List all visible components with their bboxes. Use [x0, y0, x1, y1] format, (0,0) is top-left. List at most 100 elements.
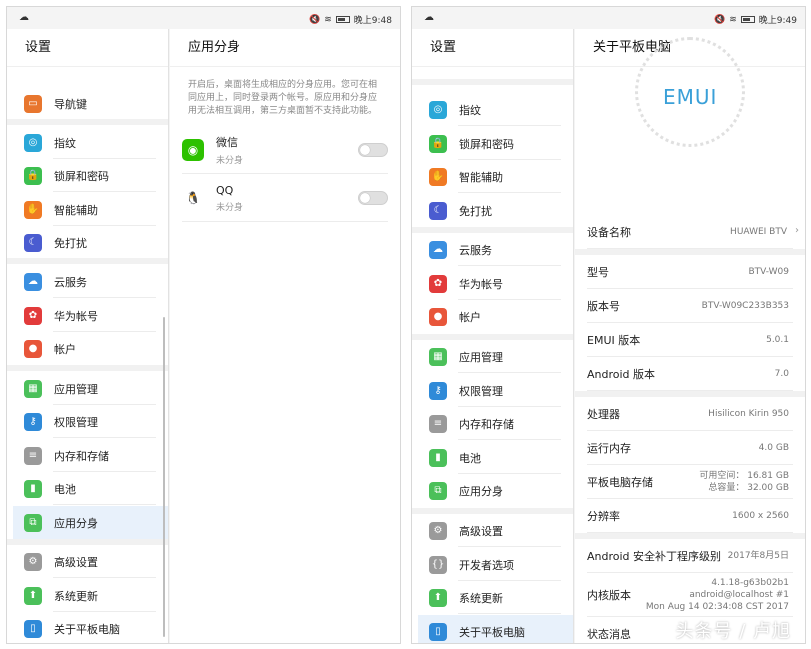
app-twin-toggle[interactable]: [358, 143, 388, 157]
divider: [53, 297, 156, 298]
device-info-row: Android 版本 7.0: [575, 357, 805, 391]
section-gap: [7, 119, 168, 125]
info-key: Android 版本: [587, 368, 656, 381]
settings-item[interactable]: ☁ 云服务: [13, 265, 162, 298]
info-value: Hisilicon Kirin 950: [708, 409, 789, 419]
settings-list-pane: 设置 ◎ 指纹 🔒 锁屏和密码 ✋ 智能辅助 ☾ 免打扰 ☁ 云服务 ✿ 华为帐号 ● 帐户 ▦ 应用管理 ⚷ 权…: [412, 29, 574, 643]
settings-item[interactable]: ⬆ 系统更新: [13, 579, 162, 612]
device-info-row[interactable]: 设备名称 HUAWEI BTV ›: [575, 215, 805, 249]
settings-item-label: 指纹: [54, 136, 76, 150]
hand-icon: ✋: [429, 167, 447, 186]
settings-item[interactable]: ◎ 指纹: [418, 93, 567, 126]
settings-item[interactable]: ☁ 云服务: [418, 233, 567, 266]
info-key: 内核版本: [587, 589, 631, 602]
settings-item[interactable]: {} 开发者选项: [418, 548, 567, 581]
settings-item[interactable]: ✋ 智能辅助: [418, 160, 567, 193]
app-twin-status: 未分身: [216, 202, 244, 213]
app-twin-toggle[interactable]: [358, 191, 388, 205]
divider: [458, 192, 561, 193]
settings-item[interactable]: ● 帐户: [13, 332, 162, 365]
system-update-icon: ⬆: [429, 588, 447, 607]
info-value: 2017年8月5日: [727, 551, 789, 561]
left-screen: ☁ 🔇 ≋ 晚上9:48 设置 ▭ 导航键 ◎ 指纹 🔒 锁屏和密码 ✋ 智能辅助 ☾ 免打扰 ☁ 云…: [6, 6, 401, 644]
divider: [458, 265, 561, 266]
settings-item[interactable]: ▮ 电池: [13, 472, 162, 505]
settings-item[interactable]: ☾ 免打扰: [418, 194, 567, 227]
settings-item[interactable]: ▭ 导航键: [13, 87, 162, 120]
info-key: Android 安全补丁程序级别: [587, 550, 722, 563]
settings-item[interactable]: 🔒 锁屏和密码: [13, 159, 162, 192]
settings-item[interactable]: ≡ 内存和存储: [13, 439, 162, 472]
qq-icon: 🐧: [185, 191, 201, 205]
info-value: 可用空间： 16.81 GB 总容量： 32.00 GB: [699, 471, 789, 493]
settings-item-label: 高级设置: [54, 555, 98, 569]
battery-icon: ▮: [24, 479, 42, 498]
fingerprint-icon: ◎: [429, 100, 447, 119]
settings-item-label: 内存和存储: [459, 417, 514, 431]
device-info-row: 型号 BTV-W09: [575, 255, 805, 289]
info-key: 分辨率: [587, 510, 620, 523]
settings-item[interactable]: ✿ 华为帐号: [13, 299, 162, 332]
section-gap: [412, 79, 573, 85]
settings-item[interactable]: ▯ 关于平板电脑: [13, 612, 162, 643]
huawei-icon: ✿: [429, 274, 447, 293]
settings-item[interactable]: ◎ 指纹: [13, 126, 162, 159]
section-gap: [412, 334, 573, 340]
divider: [182, 221, 388, 222]
info-key: 平板电脑存储: [587, 476, 653, 489]
settings-item[interactable]: ▮ 电池: [418, 441, 567, 474]
cloud-notification-icon: ☁: [424, 12, 434, 23]
section-gap: [7, 539, 168, 545]
info-key: 设备名称: [587, 226, 631, 239]
info-key: EMUI 版本: [587, 334, 641, 347]
app-twin-icon: ⧉: [429, 481, 447, 500]
settings-item[interactable]: ✋ 智能辅助: [13, 193, 162, 226]
gear-icon: ⚙: [429, 521, 447, 540]
settings-item-label: 帐户: [459, 310, 481, 324]
app-twin-row[interactable]: 🐧 QQ 未分身: [170, 174, 400, 222]
account-icon: ●: [24, 339, 42, 358]
right-screen: ☁ 🔇 ≋ 晚上9:49 设置 ◎ 指纹 🔒 锁屏和密码 ✋ 智能辅助 ☾ 免打扰 ☁ 云服务 ✿ 华…: [411, 6, 806, 644]
settings-item[interactable]: ▯ 关于平板电脑: [418, 615, 573, 643]
info-value: 7.0: [774, 369, 789, 379]
settings-item[interactable]: ▦ 应用管理: [13, 372, 162, 405]
settings-item[interactable]: ≡ 内存和存储: [418, 407, 567, 440]
device-info-row: 运行内存 4.0 GB: [575, 431, 805, 465]
battery-status-icon: [335, 16, 350, 23]
settings-item-label: 关于平板电脑: [459, 625, 525, 639]
settings-title: 设置: [7, 29, 168, 67]
detail-title: 应用分身: [170, 29, 400, 67]
divider: [458, 125, 561, 126]
divider: [458, 613, 561, 614]
settings-list[interactable]: ▭ 导航键 ◎ 指纹 🔒 锁屏和密码 ✋ 智能辅助 ☾ 免打扰 ☁ 云服务 ✿ 华为帐号 ● 帐户 ▦ 应用管理 ⚷…: [7, 67, 168, 643]
app-twin-pane: 应用分身 开启后，桌面将生成相应的分身应用。您可在相同应用上，同时登录两个帐号。…: [170, 29, 400, 643]
divider: [53, 437, 156, 438]
divider: [587, 390, 793, 391]
settings-list[interactable]: ◎ 指纹 🔒 锁屏和密码 ✋ 智能辅助 ☾ 免打扰 ☁ 云服务 ✿ 华为帐号 ● 帐户 ▦ 应用管理 ⚷ 权限管理…: [412, 67, 573, 643]
key-icon: ⚷: [429, 381, 447, 400]
settings-item[interactable]: ⚷ 权限管理: [418, 374, 567, 407]
settings-item[interactable]: ⬆ 系统更新: [418, 581, 567, 614]
settings-item[interactable]: ⧉ 应用分身: [418, 474, 567, 507]
info-value: 4.0 GB: [758, 443, 789, 453]
scrollbar[interactable]: [163, 317, 165, 637]
battery-icon: ▮: [429, 448, 447, 467]
device-info-row: EMUI 版本 5.0.1: [575, 323, 805, 357]
settings-item[interactable]: ✿ 华为帐号: [418, 267, 567, 300]
screenshot-composite: ☁ 🔇 ≋ 晚上9:48 设置 ▭ 导航键 ◎ 指纹 🔒 锁屏和密码 ✋ 智能辅助 ☾ 免打扰 ☁ 云…: [0, 0, 811, 649]
settings-item[interactable]: ⚷ 权限管理: [13, 405, 162, 438]
settings-item[interactable]: ⚙ 高级设置: [13, 545, 162, 578]
settings-item[interactable]: 🔒 锁屏和密码: [418, 127, 567, 160]
settings-item[interactable]: ● 帐户: [418, 300, 567, 333]
settings-item[interactable]: ☾ 免打扰: [13, 226, 162, 259]
settings-item[interactable]: ⧉ 应用分身: [13, 506, 168, 539]
device-info-row: 处理器 Hisilicon Kirin 950: [575, 397, 805, 431]
app-twin-row[interactable]: ◉ 微信 未分身: [170, 126, 400, 174]
info-value: BTV-W09: [748, 267, 789, 277]
settings-item[interactable]: ⚙ 高级设置: [418, 514, 567, 547]
settings-item-label: 开发者选项: [459, 558, 514, 572]
settings-item-label: 内存和存储: [54, 449, 109, 463]
settings-item[interactable]: ▦ 应用管理: [418, 340, 567, 373]
system-update-icon: ⬆: [24, 586, 42, 605]
device-info-row: Android 安全补丁程序级别 2017年8月5日: [575, 539, 805, 573]
